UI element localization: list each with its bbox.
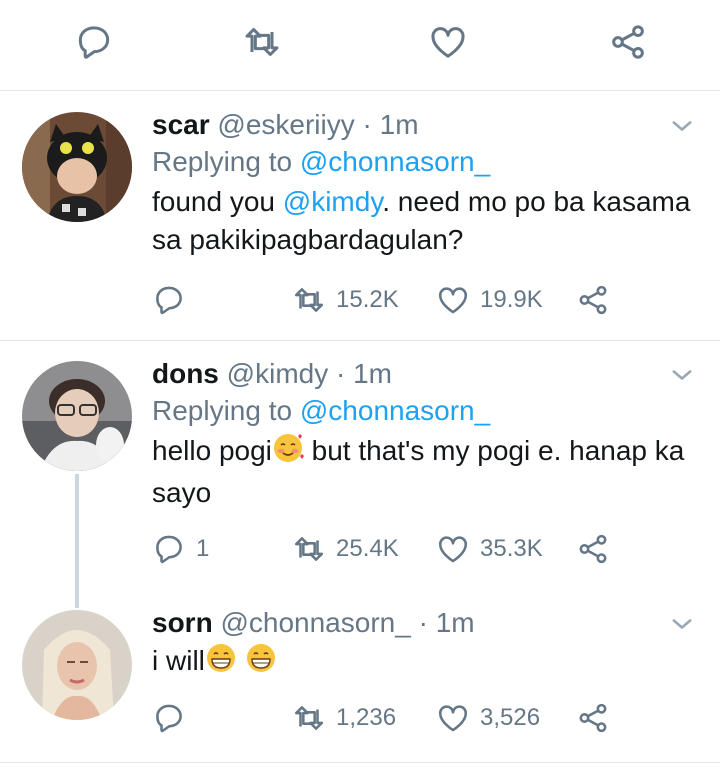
- avatar[interactable]: [22, 610, 132, 720]
- grinning-face-icon: [245, 642, 277, 684]
- heart-icon: [431, 27, 465, 58]
- tweet-header: sorn @chonnasorn_ · 1m: [152, 606, 475, 640]
- reply-icon: [156, 535, 182, 564]
- share-button[interactable]: [576, 529, 610, 569]
- tweet-text: found you @kimdy. need mo po ba kasama s…: [152, 183, 692, 259]
- retweet-count: 15.2K: [336, 286, 399, 313]
- chevron-down-icon[interactable]: [668, 361, 696, 389]
- reply-count: 1: [196, 535, 210, 562]
- reply-button[interactable]: [152, 698, 196, 738]
- retweet-icon: [294, 706, 324, 730]
- share-icon: [579, 285, 607, 315]
- like-button[interactable]: 35.3K: [436, 529, 543, 569]
- reply-button[interactable]: 1: [152, 529, 209, 569]
- avatar[interactable]: [22, 112, 132, 222]
- retweet-icon: [245, 28, 279, 56]
- tweet-text-part: i will: [152, 645, 205, 676]
- share-button[interactable]: [606, 20, 650, 64]
- username[interactable]: @kimdy: [227, 358, 329, 389]
- chevron-down-icon[interactable]: [668, 610, 696, 638]
- tweet-action-bar: [0, 0, 720, 90]
- replying-to: Replying to @chonnasorn_: [152, 145, 490, 179]
- mention-link[interactable]: @chonnasorn_: [300, 146, 490, 177]
- retweet-count: 1,236: [336, 704, 397, 731]
- retweet-icon: [294, 537, 324, 561]
- reply-tweet[interactable]: scar @eskeriiyy · 1m Replying to @chonna…: [0, 108, 720, 340]
- username[interactable]: @eskeriiyy: [217, 109, 354, 140]
- separator: ·: [362, 109, 372, 140]
- retweet-count: 25.4K: [336, 535, 399, 562]
- display-name[interactable]: scar: [152, 109, 210, 140]
- reply-icon: [156, 704, 182, 733]
- avatar[interactable]: [22, 361, 132, 471]
- timestamp[interactable]: 1m: [353, 358, 392, 389]
- separator: ·: [418, 607, 428, 638]
- retweet-button[interactable]: 1,236: [292, 698, 396, 738]
- smiling-face-with-hearts-icon: [272, 432, 304, 474]
- reply-icon: [156, 286, 182, 315]
- divider: [0, 90, 720, 91]
- divider: [0, 762, 720, 763]
- like-button[interactable]: [426, 20, 470, 64]
- heart-icon: [438, 705, 468, 732]
- reply-tweet[interactable]: sorn @chonnasorn_ · 1m i will 1,236 3,52…: [0, 606, 720, 756]
- divider: [0, 340, 720, 341]
- share-icon: [579, 703, 607, 733]
- share-button[interactable]: [576, 698, 610, 738]
- separator: ·: [336, 358, 346, 389]
- display-name[interactable]: dons: [152, 358, 219, 389]
- tweet-header: dons @kimdy · 1m: [152, 357, 392, 391]
- username[interactable]: @chonnasorn_: [220, 607, 410, 638]
- tweet-text: i will: [152, 642, 692, 684]
- grinning-face-icon: [205, 642, 237, 684]
- tweet-actions: 1 25.4K 35.3K: [152, 529, 622, 569]
- replying-to-label: Replying to: [152, 146, 300, 177]
- replying-to: Replying to @chonnasorn_: [152, 394, 490, 428]
- like-button[interactable]: 19.9K: [436, 280, 543, 320]
- tweet-header: scar @eskeriiyy · 1m: [152, 108, 419, 142]
- mention-link[interactable]: @kimdy: [283, 186, 382, 217]
- heart-icon: [438, 536, 468, 563]
- tweet-text: hello pogi but that's my pogi e. hanap k…: [152, 432, 692, 512]
- retweet-button[interactable]: 25.4K: [292, 529, 399, 569]
- reply-button[interactable]: [72, 20, 116, 64]
- chevron-down-icon[interactable]: [668, 112, 696, 140]
- reply-icon: [78, 26, 110, 59]
- display-name[interactable]: sorn: [152, 607, 213, 638]
- tweet-text-part: found you: [152, 186, 283, 217]
- like-count: 19.9K: [480, 286, 543, 313]
- reply-tweet[interactable]: dons @kimdy · 1m Replying to @chonnasorn…: [0, 357, 720, 597]
- reply-button[interactable]: [152, 280, 196, 320]
- share-button[interactable]: [576, 280, 610, 320]
- emoji-spacer: [237, 645, 245, 676]
- like-count: 3,526: [480, 704, 541, 731]
- tweet-text-part: hello pogi: [152, 435, 272, 466]
- tweet-actions: 15.2K 19.9K: [152, 280, 622, 320]
- replying-to-label: Replying to: [152, 395, 300, 426]
- like-count: 35.3K: [480, 535, 543, 562]
- tweet-actions: 1,236 3,526: [152, 698, 622, 738]
- share-icon: [612, 25, 644, 59]
- mention-link[interactable]: @chonnasorn_: [300, 395, 490, 426]
- heart-icon: [438, 287, 468, 314]
- timestamp[interactable]: 1m: [380, 109, 419, 140]
- timestamp[interactable]: 1m: [436, 607, 475, 638]
- retweet-button[interactable]: [240, 20, 284, 64]
- retweet-button[interactable]: 15.2K: [292, 280, 399, 320]
- retweet-icon: [294, 288, 324, 312]
- like-button[interactable]: 3,526: [436, 698, 540, 738]
- share-icon: [579, 534, 607, 564]
